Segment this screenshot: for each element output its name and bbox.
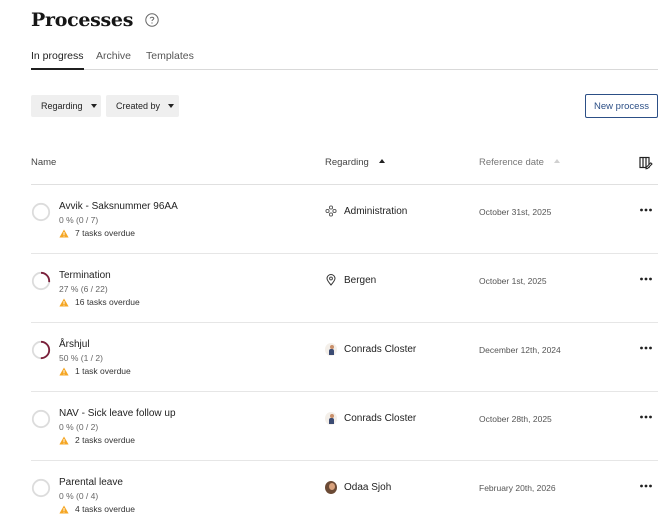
reference-date: October 28th, 2025 [479,414,552,424]
tab-in-progress[interactable]: In progress [31,49,84,70]
overdue-status: 7 tasks overdue [59,228,135,238]
table-row[interactable]: Avvik - Saksnummer 96AA 0 % (0 / 7) 7 ta… [31,185,658,254]
new-process-button[interactable]: New process [585,94,658,118]
reference-date: October 1st, 2025 [479,276,547,286]
overdue-text: 16 tasks overdue [75,297,140,307]
edit-columns-icon[interactable] [639,156,653,170]
avatar [325,480,337,494]
warning-icon [59,298,69,306]
more-options-icon[interactable] [639,274,653,284]
tab-bar: In progress Archive Templates [31,49,658,70]
regarding-cell: Odaa Sjoh [325,480,392,494]
more-options-icon[interactable] [639,481,653,491]
overdue-status: 1 task overdue [59,366,131,376]
table-row[interactable]: Parental leave 0 % (0 / 4) 4 tasks overd… [31,461,658,522]
regarding-text: Administration [344,205,408,217]
warning-icon [59,229,69,237]
progress-ring [31,409,51,429]
progress-ring [31,340,51,360]
overdue-status: 2 tasks overdue [59,435,135,445]
regarding-text: Bergen [344,274,377,286]
sort-ascending-icon [378,159,385,163]
process-progress: 0 % (0 / 2) [59,422,99,432]
location-pin-icon [325,274,337,286]
help-icon[interactable] [145,13,159,27]
sort-inactive-icon [553,159,560,163]
reference-date: October 31st, 2025 [479,207,552,217]
process-progress: 50 % (1 / 2) [59,353,103,363]
title-row: Processes [31,9,159,31]
table-row[interactable]: Termination 27 % (6 / 22) 16 tasks overd… [31,254,658,323]
page-title: Processes [31,9,134,31]
process-name[interactable]: Avvik - Saksnummer 96AA [59,201,178,212]
more-options-icon[interactable] [639,205,653,215]
reference-date: December 12th, 2024 [479,345,561,355]
progress-ring [31,478,51,498]
column-header-regarding-label: Regarding [325,157,369,168]
reference-date: February 20th, 2026 [479,483,556,493]
progress-ring [31,271,51,291]
progress-ring [31,202,51,222]
more-options-icon[interactable] [639,412,653,422]
overdue-text: 7 tasks overdue [75,228,136,238]
warning-icon [59,436,69,444]
column-header-name[interactable]: Name [31,157,56,168]
created-by-filter-button[interactable]: Created by [106,95,179,117]
avatar [325,411,337,425]
warning-icon [59,505,69,513]
org-icon [325,205,337,217]
overdue-text: 2 tasks overdue [75,435,136,445]
column-header-regarding[interactable]: Regarding [325,157,385,168]
process-progress: 0 % (0 / 4) [59,491,99,501]
tab-archive[interactable]: Archive [96,49,131,70]
regarding-text: Odaa Sjoh [344,481,392,493]
process-name[interactable]: Parental leave [59,477,123,488]
regarding-cell: Conrads Closter [325,411,417,425]
regarding-text: Conrads Closter [344,412,417,424]
regarding-text: Conrads Closter [344,343,417,355]
chevron-down-icon [90,104,97,108]
regarding-filter-button[interactable]: Regarding [31,95,101,117]
chevron-down-icon [168,104,175,108]
regarding-cell: Administration [325,205,407,217]
warning-icon [59,367,69,375]
column-header-reference-date-label: Reference date [479,157,544,168]
overdue-status: 4 tasks overdue [59,504,135,514]
process-progress: 27 % (6 / 22) [59,284,108,294]
regarding-filter-label: Regarding [41,101,83,111]
overdue-text: 4 tasks overdue [75,504,136,514]
avatar [325,342,337,356]
overdue-status: 16 tasks overdue [59,297,140,307]
process-name[interactable]: Årshjul [59,339,90,350]
process-progress: 0 % (0 / 7) [59,215,99,225]
created-by-filter-label: Created by [116,101,161,111]
process-name[interactable]: NAV - Sick leave follow up [59,408,176,419]
table-row[interactable]: NAV - Sick leave follow up 0 % (0 / 2) 2… [31,392,658,461]
process-name[interactable]: Termination [59,270,111,281]
table-row[interactable]: Årshjul 50 % (1 / 2) 1 task overdue Conr… [31,323,658,392]
overdue-text: 1 task overdue [75,366,131,376]
tab-templates[interactable]: Templates [146,49,194,70]
more-options-icon[interactable] [639,343,653,353]
regarding-cell: Conrads Closter [325,342,417,356]
regarding-cell: Bergen [325,274,376,286]
column-header-reference-date[interactable]: Reference date [479,157,560,168]
